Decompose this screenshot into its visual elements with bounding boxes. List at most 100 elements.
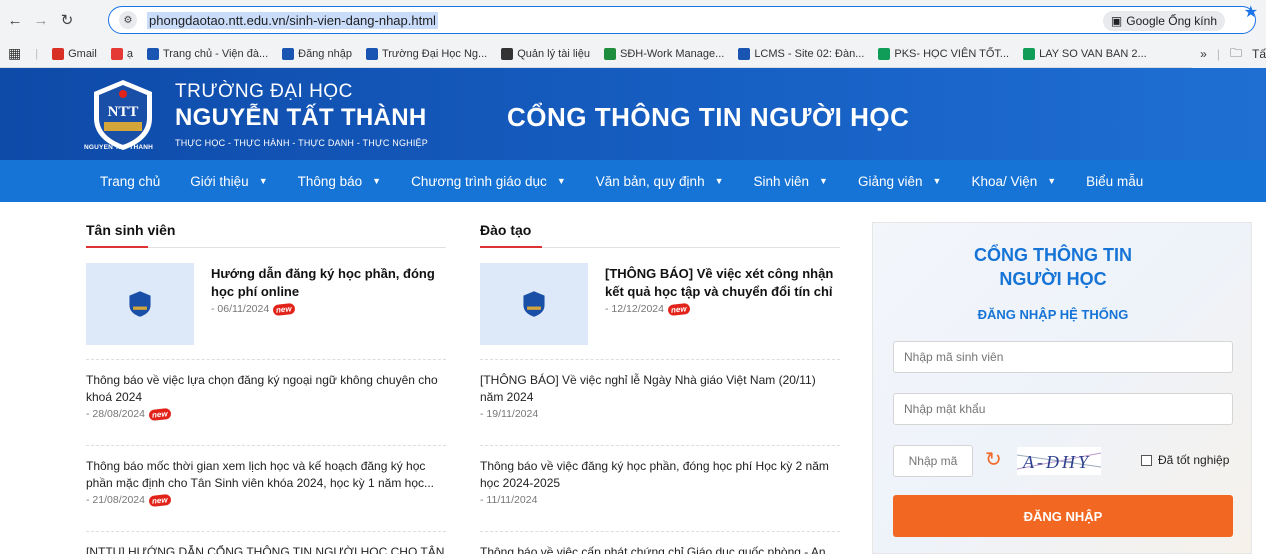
refresh-captcha-icon[interactable]: ↻ (985, 449, 1007, 471)
news-title[interactable]: [NTTU] HƯỚNG DẪN CỔNG THÔNG TIN NGƯỜI HỌ… (86, 544, 446, 554)
bookmark-label: Đăng nhập (298, 47, 352, 60)
chevron-down-icon: ▼ (932, 176, 942, 186)
student-id-input[interactable] (893, 341, 1233, 373)
svg-text:NTT: NTT (108, 104, 139, 120)
chevron-down-icon: ▼ (819, 176, 828, 186)
bookmarks-bar-right: » | 🗀 Tấ (1192, 40, 1266, 68)
bookmark-item[interactable]: Gmail (52, 47, 97, 60)
news-date-text: - 21/08/2024 (86, 494, 145, 506)
bookmark-folder[interactable]: Tấ (1252, 47, 1266, 61)
nav-item-label: Thông báo (297, 173, 363, 189)
bookmark-label: SĐH-Work Manage... (619, 47, 725, 60)
bookmark-item[interactable]: ạ (110, 47, 133, 60)
news-title[interactable]: Thông báo về việc lựa chọn đăng ký ngoại… (86, 372, 446, 406)
leaf-icon (603, 47, 616, 60)
featured-news-date: - 12/12/2024 new (605, 302, 691, 316)
red-circle-icon (110, 47, 123, 60)
ntt-logo-icon (523, 291, 545, 317)
bookmarks-bar: ▦ | Gmail ạ Trang chủ - Viện đà... Đăng nhậ… (0, 40, 1266, 68)
google-lens-button[interactable]: ▣ Google Ống kính (1102, 11, 1225, 31)
news-thumbnail[interactable] (480, 263, 588, 345)
reload-icon[interactable]: ↻ (56, 9, 78, 31)
bookmark-separator: | (1216, 47, 1220, 61)
bookmark-label: PKS- HỌC VIÊN TỐT... (894, 47, 1010, 60)
news-item[interactable]: [THÔNG BÁO] Về việc nghỉ lễ Ngày Nhà giá… (480, 360, 840, 446)
news-item[interactable]: Thông báo mốc thời gian xem lịch học và … (86, 446, 446, 532)
logo-caption: NGUYEN TAT THANH (84, 144, 154, 151)
news-date-text: - 11/11/2024 (480, 494, 538, 506)
bookmark-item[interactable]: LCMS - Site 02: Đàn... (738, 47, 864, 60)
captcha-input[interactable] (893, 445, 973, 477)
news-item[interactable]: Thông báo về việc cấp phát chứng chỉ Giá… (480, 532, 840, 554)
news-title[interactable]: Thông báo về việc đăng ký học phần, đóng… (480, 458, 840, 492)
forward-icon[interactable]: → (30, 9, 52, 31)
nav-item[interactable]: Biểu mẫu (1086, 174, 1143, 189)
lens-icon: ▣ (1110, 14, 1123, 28)
bookmark-label: Quản lý tài liệu (517, 47, 590, 60)
bookmark-star-icon[interactable]: ★ (1244, 2, 1258, 22)
new-badge: new (272, 302, 296, 316)
checkbox-box[interactable] (1141, 454, 1152, 466)
nav-item[interactable]: Thông báo ▼ (298, 174, 381, 189)
news-title[interactable]: Thông báo mốc thời gian xem lịch học và … (86, 458, 446, 492)
login-title-line1: CỔNG THÔNG TIN (974, 245, 1132, 265)
bookmark-item[interactable]: Trang chủ - Viện đà... (146, 47, 268, 60)
bookmark-item[interactable]: Đăng nhập (282, 47, 352, 60)
site-header: NTT NGUYEN TAT THANH TRƯỜNG ĐẠI HỌC NGUY… (0, 68, 1266, 160)
featured-news[interactable]: [THÔNG BÁO] Về việc xét công nhận kết qu… (480, 263, 840, 360)
bookmark-item[interactable]: Trường Đại Học Ng... (365, 47, 487, 60)
news-item[interactable]: Thông báo về việc lựa chọn đăng ký ngoại… (86, 360, 446, 446)
browser-toolbar: ← → ↻ ⚙ phongdaotao.ntt.edu.vn/sinh-vien… (0, 0, 1266, 40)
ntt-icon (146, 47, 159, 60)
login-panel: CỔNG THÔNG TIN NGƯỜI HỌC ĐĂNG NHẬP HỆ TH… (872, 222, 1252, 554)
nav-item-label: Chương trình giáo dục (411, 173, 547, 189)
ntt-icon (365, 47, 378, 60)
news-thumbnail[interactable] (86, 263, 194, 345)
graduated-checkbox[interactable]: Đã tốt nghiệp (1141, 453, 1229, 467)
bookmark-item[interactable]: LAY SO VAN BAN 2... (1023, 47, 1147, 60)
news-title[interactable]: Thông báo về việc cấp phát chứng chỉ Giá… (480, 544, 840, 554)
green-plus-icon (878, 47, 891, 60)
nav-item[interactable]: Khoa/ Viện ▼ (971, 174, 1056, 189)
address-bar[interactable]: ⚙ phongdaotao.ntt.edu.vn/sinh-vien-dang-… (108, 6, 1256, 34)
nav-item-label: Trang chủ (100, 173, 161, 189)
bookmark-item[interactable]: PKS- HỌC VIÊN TỐT... (878, 47, 1010, 60)
nav-item[interactable]: Chương trình giáo dục ▼ (411, 174, 566, 189)
featured-news-title[interactable]: Hướng dẫn đăng ký học phần, đóng học phí… (211, 265, 451, 301)
nav-item[interactable]: Giảng viên ▼ (858, 174, 941, 189)
featured-news[interactable]: Hướng dẫn đăng ký học phần, đóng học phí… (86, 263, 446, 360)
news-title[interactable]: [THÔNG BÁO] Về việc nghỉ lễ Ngày Nhà giá… (480, 372, 840, 406)
university-line1: TRƯỜNG ĐẠI HỌC (175, 81, 353, 102)
main-nav: Trang chủ Giới thiệu ▼ Thông báo ▼ Chương trì… (0, 160, 1266, 202)
login-title: CỔNG THÔNG TIN NGƯỜI HỌC (873, 243, 1233, 291)
login-button[interactable]: ĐĂNG NHẬP (893, 495, 1233, 537)
nav-item-label: Khoa/ Viện (971, 173, 1038, 189)
site-info-icon[interactable]: ⚙ (119, 11, 137, 29)
svg-text:A-DHY: A-DHY (1022, 452, 1091, 472)
portal-title: CỔNG THÔNG TIN NGƯỜI HỌC (507, 102, 910, 132)
new-badge: new (148, 493, 172, 507)
featured-news-title[interactable]: [THÔNG BÁO] Về việc xét công nhận kết qu… (605, 265, 845, 301)
news-item[interactable]: Thông báo về việc đăng ký học phần, đóng… (480, 446, 840, 532)
nav-item[interactable]: Giới thiệu ▼ (190, 174, 267, 189)
news-item[interactable]: [NTTU] HƯỚNG DẪN CỔNG THÔNG TIN NGƯỜI HỌ… (86, 532, 446, 554)
login-title-line2: NGƯỜI HỌC (999, 269, 1107, 289)
bookmark-item[interactable]: SĐH-Work Manage... (603, 47, 725, 60)
bookmark-separator: | (35, 47, 39, 60)
nav-item[interactable]: Trang chủ (100, 174, 160, 189)
url-text[interactable]: phongdaotao.ntt.edu.vn/sinh-vien-dang-nh… (147, 11, 438, 29)
nav-item[interactable]: Sinh viên ▼ (754, 174, 828, 189)
back-icon[interactable]: ← (4, 9, 26, 31)
gmail-icon (52, 47, 65, 60)
column-title: Đào tạo (480, 222, 840, 248)
chevron-down-icon: ▼ (714, 176, 724, 186)
bookmark-label: ạ (126, 47, 133, 60)
university-logo[interactable]: NTT (90, 78, 156, 152)
nav-item[interactable]: Văn bản, quy định ▼ (596, 174, 724, 189)
password-input[interactable] (893, 393, 1233, 425)
bookmark-item[interactable]: Quản lý tài liệu (501, 47, 590, 60)
apps-grid-icon[interactable]: ▦ (8, 45, 21, 62)
news-list: [THÔNG BÁO] Về việc nghỉ lễ Ngày Nhà giá… (480, 360, 840, 554)
bookmarks-overflow-button[interactable]: » (1200, 47, 1207, 61)
university-name: NGUYỄN TẤT THÀNH (175, 104, 427, 131)
